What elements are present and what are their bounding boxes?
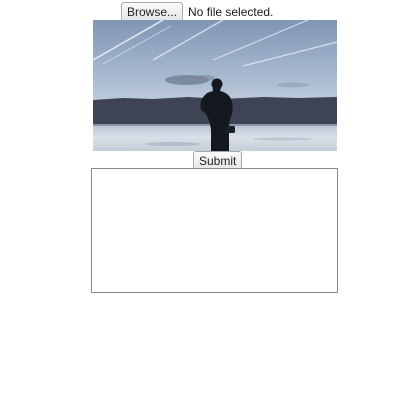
file-status-text: No file selected.: [188, 4, 274, 19]
upload-page: Browse... No file selected. Submit: [0, 0, 420, 420]
browse-button[interactable]: Browse...: [121, 2, 184, 21]
preview-image: [93, 20, 337, 151]
output-area: [91, 168, 338, 293]
file-input[interactable]: Browse... No file selected.: [121, 2, 273, 21]
